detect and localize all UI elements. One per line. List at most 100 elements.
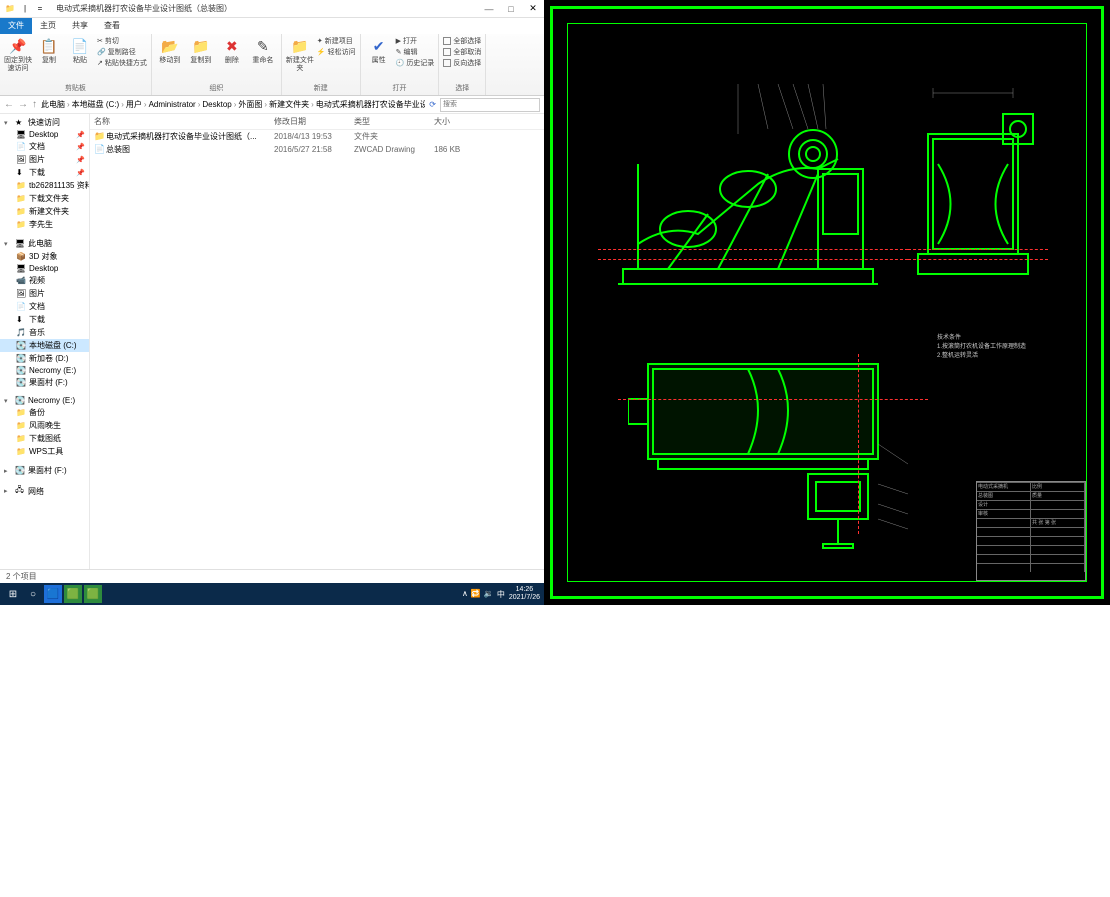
rename-button[interactable]: ✎重命名 [249,36,277,65]
nav-necromy[interactable]: ▾💽Necromy (E:) [0,395,89,406]
centerline [598,249,908,250]
nav-item[interactable]: 📹视频 [0,274,89,287]
centerline [908,259,1048,260]
nav-item[interactable]: 🖼图片 [0,287,89,300]
forward-button[interactable]: → [18,99,28,110]
start-button[interactable]: ⊞ [4,585,22,603]
search-input[interactable] [440,98,540,112]
nav-guomian[interactable]: ▸💽果面村 (F:) [0,464,89,477]
pin-quick-button[interactable]: 📌 固定到快速访问 [4,36,32,73]
up-button[interactable]: ↑ [32,99,37,110]
nav-item[interactable]: 📄文档 [0,300,89,313]
tray-icon[interactable]: 🔁 [471,589,481,600]
group-open-label: 打开 [365,83,435,93]
paste-button[interactable]: 📄 粘贴 [66,36,94,65]
tab-file[interactable]: 文件 [0,18,32,34]
nav-item[interactable]: 🖥Desktop [0,263,89,274]
copy-button[interactable]: 📋 复制 [35,36,63,65]
nav-item-icon: 📁 [16,447,26,456]
maximize-button[interactable]: □ [500,0,522,18]
qat-divider: | [19,3,31,15]
edit-button[interactable]: ✎ 编辑 [396,47,435,57]
nav-network[interactable]: ▸🖧网络 [0,483,89,499]
drive-icon: 💽 [15,466,25,475]
nav-item[interactable]: 📁下载图纸 [0,432,89,445]
nav-item-icon: 💽 [16,341,26,350]
nav-quick[interactable]: ▾★快速访问 [0,116,89,129]
nav-thispc[interactable]: ▾🖥此电脑 [0,237,89,250]
delete-button[interactable]: ✖删除 [218,36,246,65]
nav-item[interactable]: 🖥Desktop📌 [0,129,89,140]
cut-button[interactable]: ✂ 剪切 [97,36,147,46]
nav-tree[interactable]: ▾★快速访问 🖥Desktop📌📄文档📌🖼图片📌⬇下载📌📁tb262811135… [0,114,90,569]
centerline [618,399,928,400]
paste-icon: 📄 [70,36,90,56]
tab-share[interactable]: 共享 [64,18,96,34]
invert-button[interactable]: 反向选择 [443,58,481,68]
explorer-window: 📁 | = 电动式采摘机器打农设备毕业设计图纸（总装图） — □ ✕ 文件 主页… [0,0,544,605]
nav-item[interactable]: 📁备份 [0,406,89,419]
nav-item[interactable]: ⬇下载📌 [0,166,89,179]
taskbar-app[interactable]: ○ [24,585,42,603]
copyto-button[interactable]: 📁复制到 [187,36,215,65]
newitem-button[interactable]: ✦ 新建项目 [317,36,356,46]
taskbar-app[interactable]: 🟦 [44,585,62,603]
nav-item-icon: 📁 [16,408,26,417]
selectnone-button[interactable]: 全部取消 [443,47,481,57]
nav-item[interactable]: 💽本地磁盘 (C:) [0,339,89,352]
group-new-label: 新建 [286,83,356,93]
nav-item[interactable]: 💽Necromy (E:) [0,365,89,376]
nav-item[interactable]: 💽果面村 (F:) [0,376,89,389]
tab-home[interactable]: 主页 [32,18,64,34]
nav-item[interactable]: 📁风雨晚生 [0,419,89,432]
check-icon [443,59,451,67]
tray-icon[interactable]: 🔉 [484,589,494,600]
shortcut-button[interactable]: ↗ 粘贴快捷方式 [97,58,147,68]
nav-item[interactable]: 📁李先生 [0,218,89,231]
copy-icon: 📋 [39,36,59,56]
refresh-button[interactable]: ⟳ [429,100,436,109]
cad-side-view [608,74,888,304]
tab-view[interactable]: 查看 [96,18,128,34]
nav-item-icon: 🖥 [16,130,26,139]
open-button[interactable]: ▶ 打开 [396,36,435,46]
network-icon: 🖧 [15,484,25,498]
tray-icon[interactable]: ∧ [462,589,468,600]
file-row[interactable]: 📄总装图2016/5/27 21:58ZWCAD Drawing186 KB [90,143,544,156]
nav-item[interactable]: 📁下载文件夹 [0,192,89,205]
nav-item-icon: ⬇ [16,168,26,177]
newfolder-button[interactable]: 📁新建文件夹 [286,36,314,73]
nav-item-icon: 📁 [16,220,26,229]
column-headers[interactable]: 名称 修改日期 类型 大小 [90,114,544,130]
nav-item-icon: 💽 [16,354,26,363]
nav-item[interactable]: 📁tb262811135 资料 [0,179,89,192]
breadcrumb[interactable]: 此电脑› 本地磁盘 (C:)› 用户› Administrator› Deskt… [41,99,425,110]
nav-item[interactable]: 📄文档📌 [0,140,89,153]
props-button[interactable]: ✔属性 [365,36,393,65]
nav-item[interactable]: 📁WPS工具 [0,445,89,458]
group-select-label: 选择 [443,83,481,93]
ribbon-tabs: 文件 主页 共享 查看 [0,18,544,34]
taskbar-clock[interactable]: 14:26 2021/7/26 [509,586,540,602]
minimize-button[interactable]: — [478,0,500,18]
back-button[interactable]: ← [4,99,14,110]
easyaccess-button[interactable]: ⚡ 轻松访问 [317,47,356,57]
history-button[interactable]: 🕘 历史记录 [396,58,435,68]
nav-item[interactable]: 🎵音乐 [0,326,89,339]
nav-item[interactable]: ⬇下载 [0,313,89,326]
pin-icon: 📌 [76,156,85,164]
file-row[interactable]: 📁电动式采摘机器打农设备毕业设计图纸（...2018/4/13 19:53文件夹 [90,130,544,143]
cad-end-view [908,104,1038,294]
moveto-button[interactable]: 📂移动到 [156,36,184,65]
tray-icon[interactable]: 中 [497,589,505,600]
taskbar-app[interactable]: 🟩 [64,585,82,603]
nav-item[interactable]: 📁新建文件夹 [0,205,89,218]
taskbar-app[interactable]: 🟩 [84,585,102,603]
nav-item[interactable]: 💽新加卷 (D:) [0,352,89,365]
selectall-button[interactable]: 全部选择 [443,36,481,46]
nav-item-icon: 📁 [16,194,26,203]
nav-item[interactable]: 🖼图片📌 [0,153,89,166]
close-button[interactable]: ✕ [522,0,544,18]
copypath-button[interactable]: 🔗 复制路径 [97,47,147,57]
nav-item[interactable]: 📦3D 对象 [0,250,89,263]
